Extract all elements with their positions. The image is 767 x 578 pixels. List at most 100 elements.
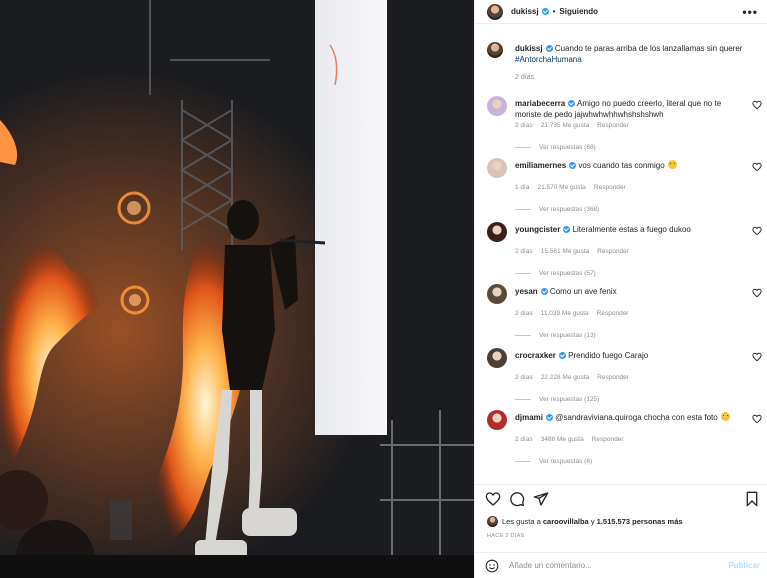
caption-hashtag[interactable]: #AntorchaHumana <box>515 55 582 64</box>
comment-time: 2 días <box>515 122 533 129</box>
liker-username[interactable]: caroovillalba <box>543 517 589 526</box>
more-options-button[interactable]: ••• <box>742 5 758 19</box>
view-replies-button[interactable]: Ver respuestas (57) <box>515 270 596 277</box>
caption-username[interactable]: dukissj <box>515 44 543 53</box>
commenter-username[interactable]: mariabecerra <box>515 99 565 108</box>
comment-time: 2 días <box>515 436 533 443</box>
commenter-avatar[interactable] <box>487 96 507 116</box>
view-replies-button[interactable]: Ver respuestas (368) <box>515 206 599 213</box>
emoji-icon <box>720 412 730 421</box>
commenter-username[interactable]: djmami <box>515 413 543 422</box>
post-photo[interactable] <box>0 0 474 578</box>
replies-divider <box>515 209 531 210</box>
following-button[interactable]: Siguiendo <box>559 7 598 16</box>
liker-avatar[interactable] <box>487 516 498 527</box>
comment-icon[interactable] <box>509 491 525 507</box>
verified-badge-icon <box>541 8 549 15</box>
comment-body: Prendido fuego Carajo <box>568 351 649 360</box>
reply-button[interactable]: Responder <box>597 248 629 255</box>
verified-badge-icon <box>569 162 577 169</box>
commenter-avatar[interactable] <box>487 158 507 178</box>
comment-text: djmami @sandraviviana.quiroga chocha con… <box>515 412 743 423</box>
view-replies-label: Ver respuestas (13) <box>539 332 596 339</box>
view-replies-button[interactable]: Ver respuestas (6) <box>515 458 592 465</box>
reply-button[interactable]: Responder <box>597 374 629 381</box>
add-comment-bar: Añade un comentario... Publicar <box>475 552 767 578</box>
bookmark-icon[interactable] <box>744 491 760 507</box>
caption-body: Cuando te paras arriba de los lanzallama… <box>554 44 743 53</box>
comment-likes[interactable]: 21.735 Me gusta <box>541 122 589 129</box>
author-avatar[interactable] <box>487 3 503 20</box>
commenter-username[interactable]: yesan <box>515 287 538 296</box>
comment-time: 1 día <box>515 184 530 191</box>
comment-like-icon[interactable] <box>752 226 762 236</box>
author-username[interactable]: dukissj <box>511 7 539 16</box>
view-replies-label: Ver respuestas (57) <box>539 270 596 277</box>
commenter-avatar[interactable] <box>487 410 507 430</box>
comment-like-icon[interactable] <box>752 414 762 424</box>
comment-body: @sandraviviana.quiroga chocha con esta f… <box>555 413 718 422</box>
comment-time: 2 días <box>515 374 533 381</box>
view-replies-label: Ver respuestas (368) <box>539 206 600 213</box>
verified-badge-icon <box>558 352 566 359</box>
verified-badge-icon <box>545 45 553 52</box>
comment-time: 2 días <box>515 310 533 317</box>
replies-divider <box>515 461 531 462</box>
replies-divider <box>515 147 531 148</box>
comment-likes[interactable]: 15.561 Me gusta <box>541 248 589 255</box>
comment-likes[interactable]: 22.228 Me gusta <box>541 374 589 381</box>
add-comment-input[interactable]: Añade un comentario... <box>509 561 699 570</box>
comment-text: emiliamernes vos cuando tas conmigo <box>515 160 743 171</box>
reply-button[interactable]: Responder <box>594 184 626 191</box>
reply-button[interactable]: Responder <box>592 436 624 443</box>
comment-like-icon[interactable] <box>752 162 762 172</box>
commenter-username[interactable]: crocraxker <box>515 351 556 360</box>
comment-item: emiliamernes vos cuando tas conmigo 1 día… <box>487 158 762 220</box>
post-timestamp: HACE 2 DÍAS <box>487 533 525 539</box>
comment-body: vos cuando tas conmigo <box>578 161 665 170</box>
comment-text: crocraxker Prendido fuego Carajo <box>515 350 743 361</box>
caption-avatar[interactable] <box>487 42 503 58</box>
verified-badge-icon <box>568 100 576 107</box>
verified-badge-icon <box>540 288 548 295</box>
view-replies-label: Ver respuestas (125) <box>539 396 600 403</box>
likes-count[interactable]: 1.515.573 personas más <box>597 517 683 526</box>
commenter-username[interactable]: emiliamernes <box>515 161 566 170</box>
commenter-avatar[interactable] <box>487 222 507 242</box>
view-replies-label: Ver respuestas (68) <box>539 144 596 151</box>
heart-icon[interactable] <box>485 491 501 507</box>
comment-like-icon[interactable] <box>752 100 762 110</box>
action-bar <box>475 484 767 514</box>
view-replies-button[interactable]: Ver respuestas (125) <box>515 396 599 403</box>
emoji-icon[interactable] <box>485 559 499 573</box>
comment-body: Literalmente estas a fuego dukoo <box>572 225 691 234</box>
comments-feed[interactable]: dukissj Cuando te paras arriba de los la… <box>475 36 767 480</box>
comment-item: mariabecerra Amigo no puedo creerlo, lit… <box>487 96 762 158</box>
comment-time: 2 días <box>515 248 533 255</box>
comment-like-icon[interactable] <box>752 288 762 298</box>
comment-like-icon[interactable] <box>752 352 762 362</box>
commenter-avatar[interactable] <box>487 284 507 304</box>
comment-text: youngcister Literalmente estas a fuego d… <box>515 224 743 235</box>
comment-likes[interactable]: 21.570 Me gusta <box>537 184 585 191</box>
comment-body: Como un ave fenix <box>549 287 617 296</box>
reply-button[interactable]: Responder <box>597 122 629 129</box>
view-replies-button[interactable]: Ver respuestas (68) <box>515 144 596 151</box>
comment-item: crocraxker Prendido fuego Carajo 2 días 22… <box>487 348 762 410</box>
view-replies-button[interactable]: Ver respuestas (13) <box>515 332 596 339</box>
comment-meta: 2 días 11.039 Me gusta Responder <box>515 310 636 317</box>
comment-likes[interactable]: 3486 Me gusta <box>541 436 584 443</box>
comment-likes[interactable]: 11.039 Me gusta <box>541 310 589 317</box>
commenter-username[interactable]: youngcister <box>515 225 560 234</box>
verified-badge-icon <box>563 226 571 233</box>
header-separator: • <box>552 7 556 16</box>
likes-conj: y <box>590 517 595 526</box>
commenter-avatar[interactable] <box>487 348 507 368</box>
reply-button[interactable]: Responder <box>597 310 629 317</box>
publish-button[interactable]: Publicar <box>728 561 760 570</box>
share-icon[interactable] <box>533 491 549 507</box>
comment-item: djmami @sandraviviana.quiroga chocha con… <box>487 410 762 472</box>
comment-meta: 2 días 21.735 Me gusta Responder <box>515 122 637 129</box>
post-side-panel: dukissj • Siguiendo ••• dukissj Cuando t… <box>474 0 767 578</box>
concert-flames-image <box>0 0 474 578</box>
